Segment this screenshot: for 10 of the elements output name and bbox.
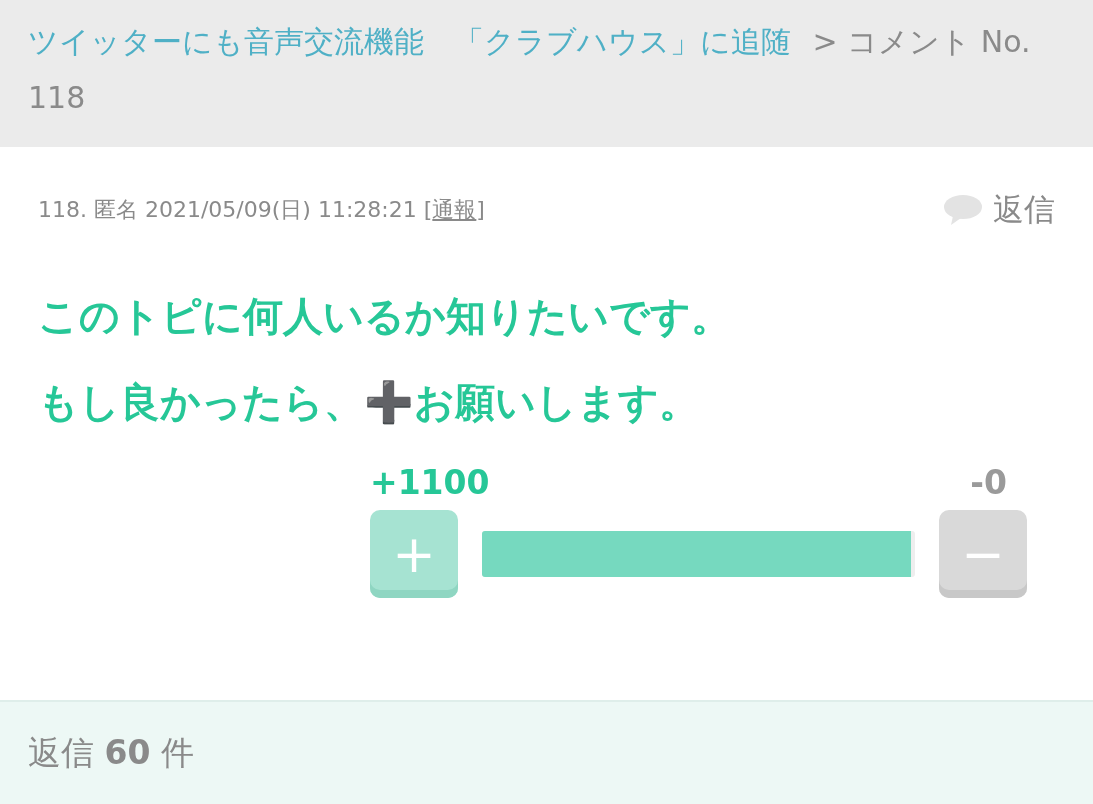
plus-count: +1100 xyxy=(370,463,490,502)
report-link[interactable]: 通報 xyxy=(432,197,477,222)
reply-button[interactable]: 返信 xyxy=(943,189,1055,231)
topic-link[interactable]: ツイッターにも音声交流機能 「クラブハウス」に追随 xyxy=(28,24,791,59)
minus-count: -0 xyxy=(970,463,1007,502)
comment-text: このトピに何人いるか知りたいです。 もし良かったら、➕お願いします。 xyxy=(38,292,732,427)
reply-count-link[interactable]: 返信 60 件 xyxy=(28,730,194,776)
comment-meta: 118. 匿名 2021/05/09(日) 11:28:21 [通報] xyxy=(38,196,485,224)
breadcrumb: ツイッターにも音声交流機能 「クラブハウス」に追随 > コメント No. 118 xyxy=(0,0,1093,147)
speech-bubble-icon xyxy=(943,194,983,226)
